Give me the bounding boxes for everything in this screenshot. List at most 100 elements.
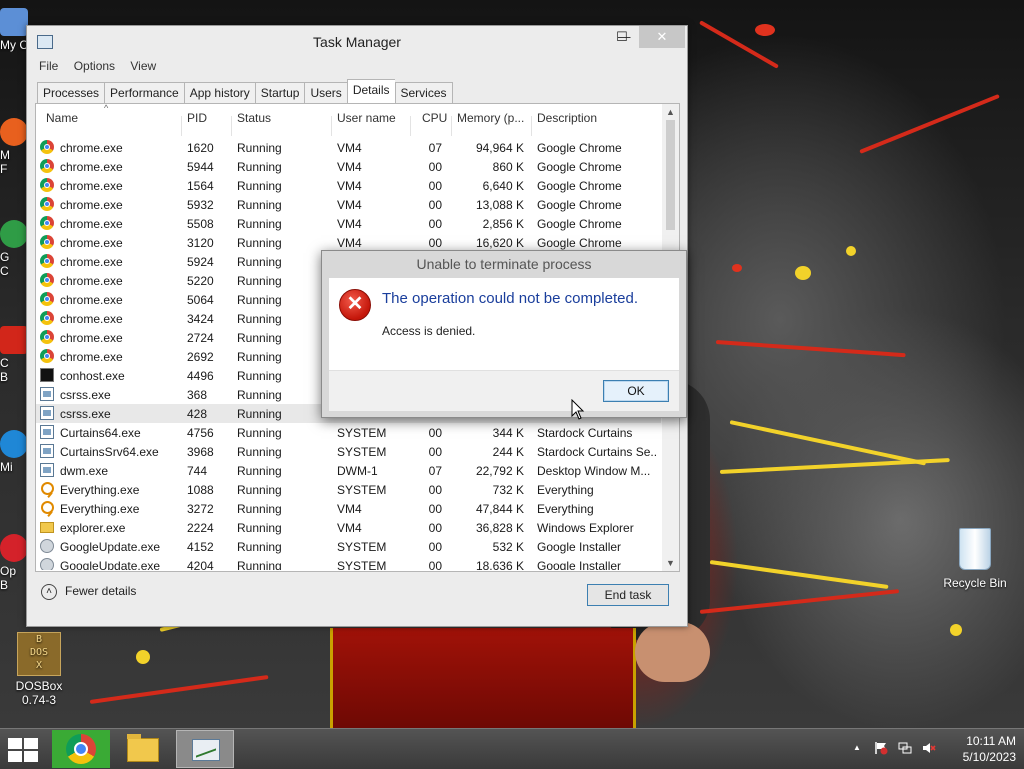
cell-user-name: VM4 [337, 217, 362, 231]
cell-name: chrome.exe [60, 293, 123, 307]
chrome-icon [40, 349, 54, 363]
column-header-cpu[interactable]: CPU [422, 111, 447, 125]
cell-cpu: 00 [428, 445, 442, 459]
computer-icon [0, 8, 28, 36]
menu-view[interactable]: View [124, 56, 162, 76]
table-row[interactable]: GoogleUpdate.exe 4204 Running SYSTEM 00 18,63… [36, 556, 661, 570]
network-icon[interactable] [898, 741, 912, 755]
table-row[interactable]: GoogleUpdate.exe 4152 Running SYSTEM 00 532 K… [36, 537, 661, 556]
tab-services[interactable]: Services [394, 82, 453, 104]
table-row[interactable]: dwm.exe 744 Running DWM-1 07 22,792 K Desktop … [36, 461, 661, 480]
tab-bar: Processes Performance App history Startu… [37, 79, 453, 104]
table-row[interactable]: chrome.exe 5508 Running VM4 00 2,856 K Google … [36, 214, 661, 233]
system-clock[interactable]: 10:11 AM 5/10/2023 [963, 733, 1016, 765]
table-row[interactable]: chrome.exe 1564 Running VM4 00 6,640 K Google … [36, 176, 661, 195]
error-icon: ✕ [339, 289, 371, 321]
title-bar[interactable]: Task Manager — ☐ ✕ [27, 26, 687, 56]
cell-cpu: 00 [428, 426, 442, 440]
scroll-down-icon[interactable]: ▼ [662, 555, 679, 571]
chrome-icon [40, 216, 54, 230]
action-center-flag-icon[interactable] [874, 741, 888, 755]
cell-name: chrome.exe [60, 179, 123, 193]
cell-user-name: SYSTEM [337, 483, 387, 497]
cell-status: Running [237, 160, 282, 174]
cell-memory: 532 K [492, 540, 524, 554]
column-divider[interactable] [410, 116, 411, 136]
column-header-name[interactable]: Name [46, 111, 78, 125]
ok-button[interactable]: OK [603, 380, 669, 402]
menu-file[interactable]: File [33, 56, 64, 76]
cell-status: Running [237, 236, 282, 250]
table-row[interactable]: CurtainsSrv64.exe 3968 Running SYSTEM 00 244 … [36, 442, 661, 461]
end-task-button[interactable]: End task [587, 584, 669, 606]
cell-pid: 4496 [187, 369, 214, 383]
column-header-pid[interactable]: PID [187, 111, 207, 125]
taskbar-file-explorer-button[interactable] [114, 730, 172, 768]
window-title: Task Manager [313, 34, 401, 50]
close-button[interactable]: ✕ [639, 26, 685, 48]
desktop-icon-dosbox[interactable]: B DOS X DOSBox 0.74-3 [4, 632, 74, 707]
error-dialog[interactable]: Unable to terminate process ✕ The operat… [321, 250, 687, 418]
table-row[interactable]: chrome.exe 1620 Running VM4 07 94,964 K Google… [36, 138, 661, 157]
table-row[interactable]: chrome.exe 5932 Running VM4 00 13,088 K Google… [36, 195, 661, 214]
cell-pid: 5220 [187, 274, 214, 288]
column-divider[interactable] [451, 116, 452, 136]
column-header-status[interactable]: Status [237, 111, 271, 125]
cell-description: Everything [537, 483, 594, 497]
edge-icon [0, 430, 28, 458]
volume-muted-icon[interactable] [922, 741, 936, 755]
tab-processes[interactable]: Processes [37, 82, 105, 104]
tab-startup[interactable]: Startup [254, 82, 305, 104]
table-row[interactable]: chrome.exe 5944 Running VM4 00 860 K Google Ch… [36, 157, 661, 176]
maximize-button[interactable]: ☐ [607, 26, 637, 48]
cell-pid: 5924 [187, 255, 214, 269]
cell-name: chrome.exe [60, 331, 123, 345]
desktop-icon-recycle-bin[interactable]: Recycle Bin [940, 528, 1010, 590]
table-row[interactable]: Everything.exe 1088 Running SYSTEM 00 732 K Ev… [36, 480, 661, 499]
cell-pid: 2724 [187, 331, 214, 345]
cell-status: Running [237, 141, 282, 155]
chrome-icon [40, 235, 54, 249]
taskbar-chrome-button[interactable] [52, 730, 110, 768]
cell-status: Running [237, 502, 282, 516]
column-header-memory[interactable]: Memory (p... [457, 111, 524, 125]
table-row[interactable]: Everything.exe 3272 Running VM4 00 47,844 K Ev… [36, 499, 661, 518]
cell-description: Google Chrome [537, 198, 622, 212]
cell-name: CurtainsSrv64.exe [60, 445, 159, 459]
taskbar-task-manager-button[interactable] [176, 730, 234, 768]
column-divider[interactable] [331, 116, 332, 136]
paint-splash [950, 624, 962, 636]
menu-options[interactable]: Options [68, 56, 121, 76]
cell-pid: 5944 [187, 160, 214, 174]
column-divider[interactable] [181, 116, 182, 136]
dialog-content-text: Access is denied. [382, 324, 476, 338]
cell-user-name: VM4 [337, 502, 362, 516]
cell-cpu: 00 [428, 179, 442, 193]
column-header-user-name[interactable]: User name [337, 111, 396, 125]
cell-user-name: VM4 [337, 179, 362, 193]
cell-description: Everything [537, 502, 594, 516]
column-header-description[interactable]: Description [537, 111, 597, 125]
cell-status: Running [237, 388, 282, 402]
cell-cpu: 00 [428, 521, 442, 535]
start-button[interactable] [6, 737, 38, 762]
scrollbar-thumb[interactable] [666, 120, 675, 230]
column-divider[interactable] [531, 116, 532, 136]
mouse-cursor-icon [571, 399, 585, 420]
firefox-icon [0, 118, 28, 146]
cell-memory: 732 K [492, 483, 524, 497]
fewer-details-link[interactable]: ˄ Fewer details [41, 584, 136, 600]
tab-details[interactable]: Details [346, 79, 395, 104]
chrome-icon [40, 292, 54, 306]
tab-app-history[interactable]: App history [183, 82, 255, 104]
table-row[interactable]: Curtains64.exe 4756 Running SYSTEM 00 344 K St… [36, 423, 661, 442]
table-row[interactable]: explorer.exe 2224 Running VM4 00 36,828 K Wind… [36, 518, 661, 537]
show-hidden-icons-chevron-icon[interactable]: ▲ [850, 741, 864, 755]
scroll-up-icon[interactable]: ▲ [662, 104, 679, 120]
column-divider[interactable] [231, 116, 232, 136]
cell-name: dwm.exe [60, 464, 109, 478]
tab-performance[interactable]: Performance [104, 82, 184, 104]
tab-users[interactable]: Users [304, 82, 347, 104]
cell-name: chrome.exe [60, 350, 123, 364]
cell-user-name: DWM-1 [337, 464, 378, 478]
